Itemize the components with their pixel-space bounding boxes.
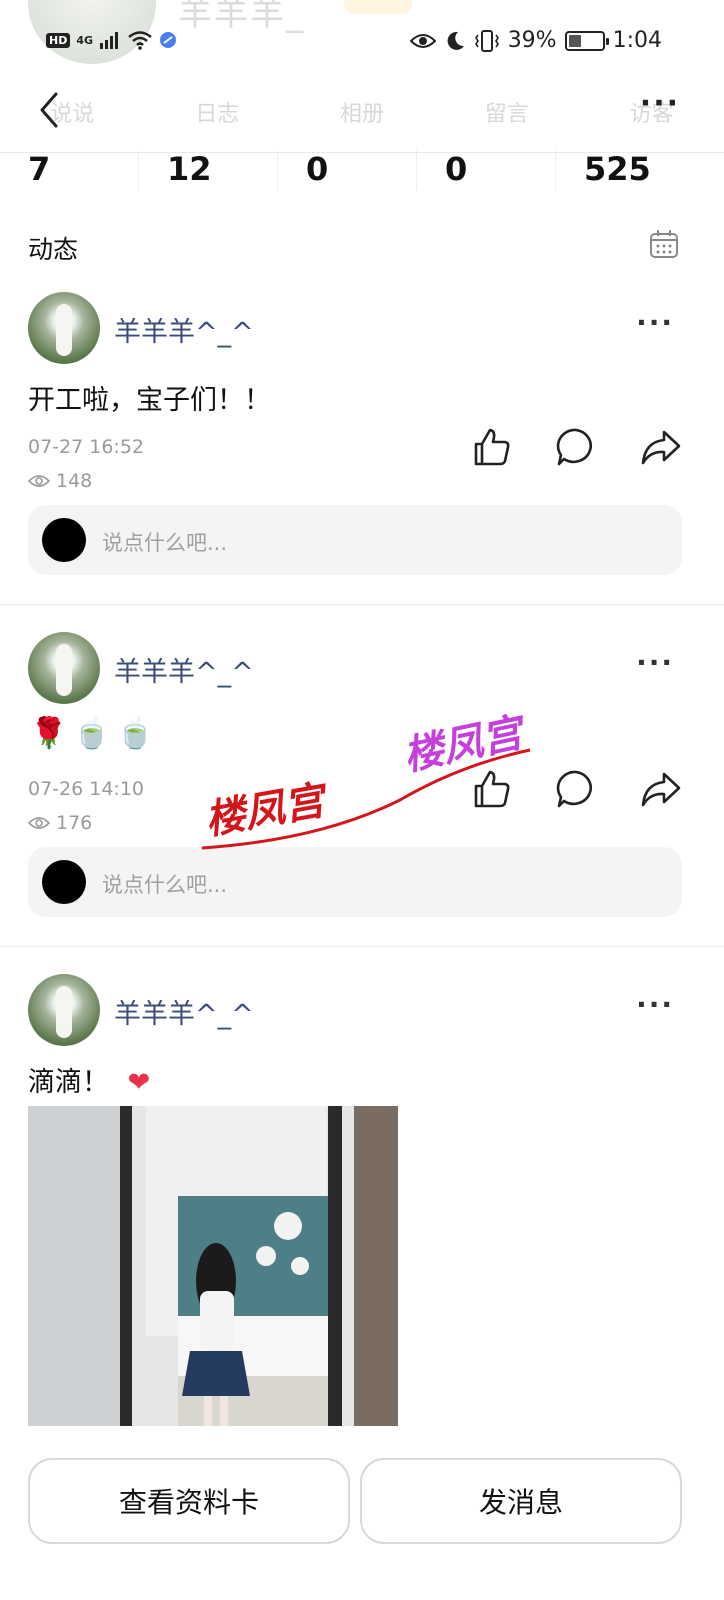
count-fangke[interactable]: 525: [556, 150, 695, 190]
post-text: 开工啦，宝子们！！: [28, 385, 271, 416]
comment-placeholder: 说点什么吧...: [102, 873, 228, 897]
post-views: 148: [28, 470, 92, 492]
profile-badge-faded: [344, 0, 412, 14]
post-username[interactable]: 羊羊羊^_^: [114, 310, 254, 349]
comment-avatar: [42, 518, 86, 562]
post-text-content: 滴滴！: [28, 1067, 109, 1098]
tab-shuoshuo[interactable]: 说说: [0, 96, 145, 128]
count-shuoshuo[interactable]: 7: [0, 150, 139, 190]
battery-icon: [564, 30, 609, 51]
battery-fill: [568, 34, 582, 47]
post-more-button[interactable]: ···: [636, 649, 674, 677]
post-emojis: 🌹 🍵 🍵: [30, 716, 154, 751]
post-username[interactable]: 羊羊羊^_^: [114, 992, 254, 1031]
tab-liuyan[interactable]: 留言: [434, 96, 579, 128]
avatar[interactable]: [28, 292, 100, 364]
clock: 1:04: [612, 28, 662, 53]
top-nav: 说说 日志 相册 留言 访客 ···: [0, 80, 724, 150]
comment-icon[interactable]: [555, 768, 597, 810]
like-icon[interactable]: [470, 426, 512, 468]
views-eye-icon: [28, 817, 50, 829]
photo-illustration: [28, 1106, 398, 1426]
comment-placeholder: 说点什么吧...: [102, 531, 228, 555]
rose-emoji: 🌹: [30, 716, 68, 751]
wifi-icon: [128, 31, 152, 50]
send-message-button[interactable]: 发消息: [360, 1458, 682, 1544]
count-rizhi[interactable]: 12: [139, 150, 278, 190]
views-eye-icon: [28, 475, 50, 487]
post-views: 176: [28, 812, 92, 834]
post-divider: [0, 604, 724, 605]
network-type: 4G: [76, 33, 94, 47]
tea-emoji: 🍵: [116, 716, 155, 751]
tab-xiangce[interactable]: 相册: [290, 96, 435, 128]
view-profile-card-button[interactable]: 查看资料卡: [28, 1458, 350, 1544]
battery-percent: 39%: [507, 28, 557, 53]
nav-tabs-faded: 说说 日志 相册 留言 访客: [0, 96, 724, 128]
calendar-icon[interactable]: [648, 228, 680, 260]
post-divider: [0, 946, 724, 947]
share-icon[interactable]: [640, 426, 682, 468]
views-count: 148: [56, 470, 93, 492]
count-xiangce[interactable]: 0: [278, 150, 417, 190]
hd-indicator: HD: [46, 32, 71, 48]
post-time: 07-26 14:10: [28, 778, 145, 800]
post-text: 滴滴！ ❤: [28, 1060, 150, 1099]
status-bar-right: 39% 1:04: [409, 28, 662, 53]
post-more-button[interactable]: ···: [636, 309, 674, 337]
avatar[interactable]: [28, 632, 100, 704]
post-more-button[interactable]: ···: [636, 991, 674, 1019]
stats-row: 7 12 0 0 525: [0, 150, 724, 198]
avatar[interactable]: [28, 974, 100, 1046]
more-menu-button[interactable]: ···: [640, 89, 680, 119]
comment-avatar: [42, 860, 86, 904]
eye-comfort-icon: [409, 33, 436, 48]
signal-icon: [100, 32, 119, 49]
moon-icon: [447, 31, 464, 50]
count-liuyan[interactable]: 0: [417, 150, 556, 190]
status-bar-left: HD 4G: [46, 30, 177, 50]
heart-emoji: ❤: [127, 1067, 151, 1098]
tab-rizhi[interactable]: 日志: [145, 96, 290, 128]
share-icon[interactable]: [640, 768, 682, 810]
views-count: 176: [56, 812, 93, 834]
section-title: 动态: [28, 235, 79, 264]
post-username[interactable]: 羊羊羊^_^: [114, 650, 254, 689]
vibrate-icon: [474, 29, 499, 52]
post-photo[interactable]: [28, 1106, 398, 1426]
profile-name-faded: 羊羊羊_: [178, 0, 305, 34]
comment-icon[interactable]: [555, 426, 597, 468]
app-status-icon: [160, 32, 177, 48]
post-time: 07-27 16:52: [28, 436, 145, 458]
tea-emoji: 🍵: [73, 716, 111, 751]
comment-input[interactable]: 说点什么吧...: [28, 505, 682, 575]
